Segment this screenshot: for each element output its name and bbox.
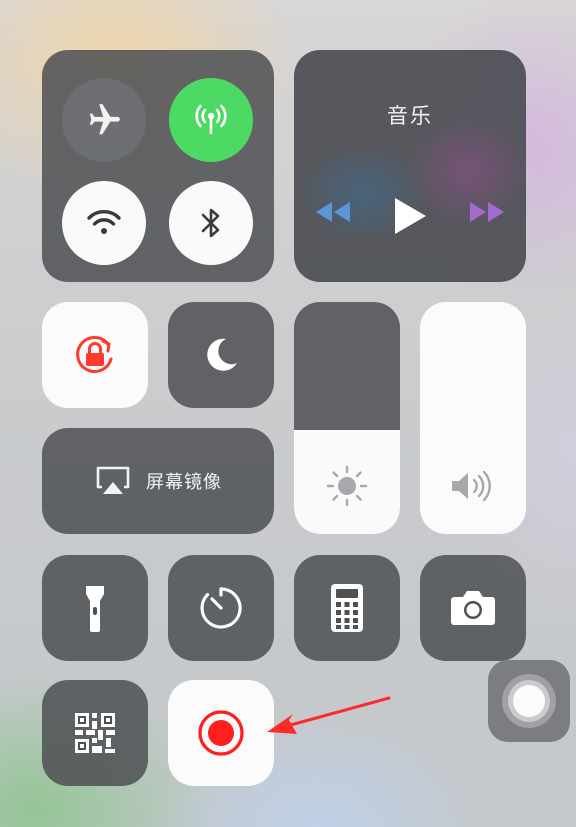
bluetooth-toggle[interactable] (169, 181, 253, 265)
calculator-icon (330, 583, 364, 633)
sun-icon (325, 464, 369, 508)
fast-forward-icon (468, 200, 506, 224)
connectivity-panel (42, 50, 274, 282)
music-title: 音乐 (387, 104, 433, 128)
fast-forward-button[interactable] (468, 200, 506, 224)
assistive-touch-button[interactable] (488, 660, 570, 742)
qr-code-icon (73, 711, 117, 755)
cellular-data-toggle[interactable] (169, 78, 253, 162)
wifi-toggle[interactable] (62, 181, 146, 265)
rewind-button[interactable] (314, 200, 352, 224)
calculator-button[interactable] (294, 555, 400, 661)
annotation-arrow (267, 696, 391, 734)
assistive-touch-icon (497, 669, 561, 733)
camera-button[interactable] (420, 555, 526, 661)
airplane-icon (85, 101, 123, 139)
airplane-mode-toggle[interactable] (62, 78, 146, 162)
do-not-disturb-toggle[interactable] (168, 302, 274, 408)
flashlight-icon (84, 583, 106, 633)
screen-mirroring-label: 屏幕镜像 (146, 472, 222, 493)
timer-icon (198, 585, 244, 631)
camera-icon (449, 589, 497, 627)
brightness-slider[interactable] (294, 302, 400, 534)
volume-slider[interactable] (420, 302, 526, 534)
rewind-icon (314, 200, 352, 224)
bluetooth-icon (198, 205, 224, 241)
airplay-icon (94, 465, 132, 497)
screen-mirroring-button[interactable]: 屏幕镜像 (42, 428, 274, 534)
qr-code-scanner-button[interactable] (42, 680, 148, 786)
wifi-icon (84, 206, 124, 240)
rotation-lock-icon (69, 329, 121, 381)
moon-icon (202, 336, 240, 374)
timer-button[interactable] (168, 555, 274, 661)
cellular-antenna-icon (191, 100, 231, 140)
play-icon (392, 196, 428, 236)
orientation-lock-toggle[interactable] (42, 302, 148, 408)
play-button[interactable] (392, 196, 428, 236)
speaker-icon (449, 468, 497, 504)
music-panel[interactable]: 音乐 (294, 50, 526, 282)
screen-record-icon (197, 709, 245, 757)
flashlight-button[interactable] (42, 555, 148, 661)
